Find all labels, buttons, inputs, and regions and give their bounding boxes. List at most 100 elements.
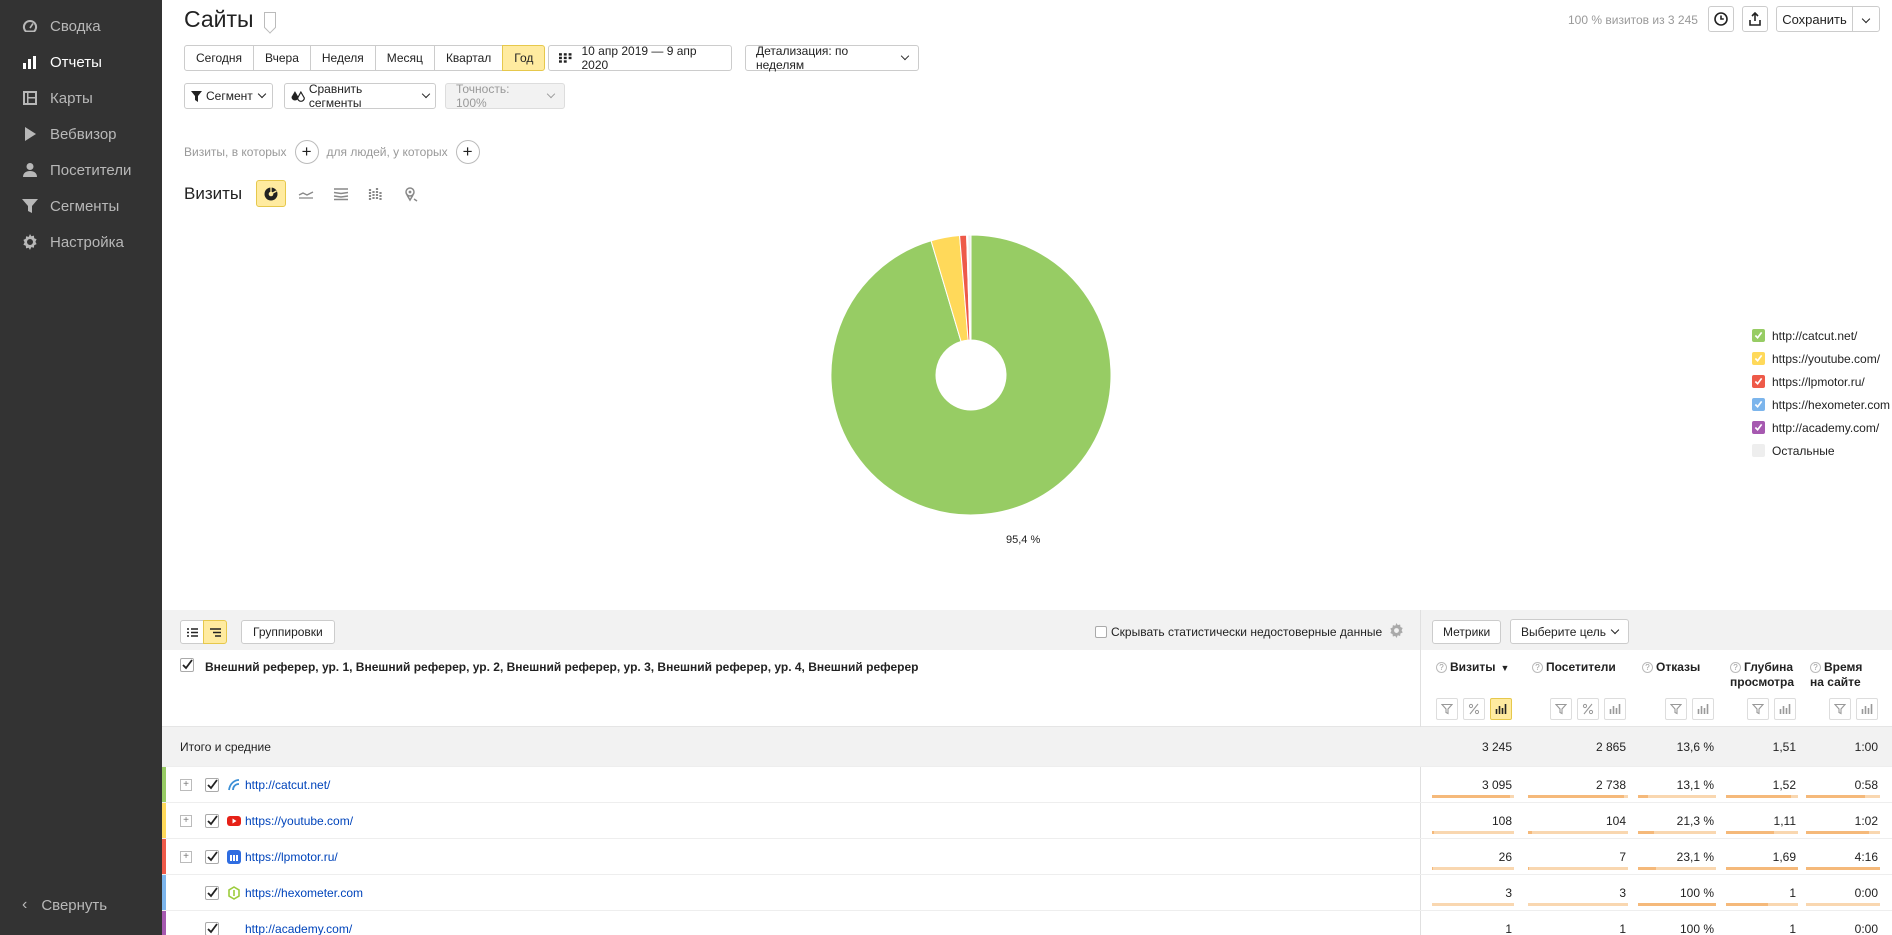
collapse-sidebar-button[interactable]: ‹ Свернуть: [22, 896, 107, 914]
add-people-condition-button[interactable]: +: [455, 140, 480, 164]
bars-icon[interactable]: [1490, 698, 1512, 720]
sidebar-item-1[interactable]: Отчеты: [0, 46, 162, 78]
help-icon[interactable]: ?: [1642, 662, 1653, 673]
sidebar-item-4[interactable]: Посетители: [0, 154, 162, 186]
column-header-2[interactable]: ? Отказы: [1642, 660, 1700, 675]
filter-icon[interactable]: [1436, 698, 1458, 720]
row-checkbox[interactable]: [205, 778, 219, 792]
row-checkbox[interactable]: [205, 814, 219, 828]
column-tools: [1660, 698, 1714, 720]
column-header-3[interactable]: ? Глубина просмотра: [1730, 660, 1794, 690]
hide-unreliable-toggle[interactable]: Скрывать статистически недостоверные дан…: [1095, 625, 1382, 639]
row-link[interactable]: https://youtube.com/: [245, 803, 353, 838]
expand-row-button[interactable]: +: [180, 779, 192, 791]
chart-header: Визиты: [184, 180, 431, 207]
groupings-button[interactable]: Группировки: [241, 620, 335, 644]
period-tab-0[interactable]: Сегодня: [184, 45, 254, 71]
bar-chart-icon: [22, 54, 38, 70]
row-link[interactable]: http://catcut.net/: [245, 767, 330, 802]
expand-row-button[interactable]: +: [180, 815, 192, 827]
legend-item-0[interactable]: http://catcut.net/: [1752, 324, 1890, 347]
column-header-0[interactable]: ? Визиты ▼: [1436, 660, 1509, 676]
check-icon: [207, 815, 218, 826]
help-icon[interactable]: ?: [1436, 662, 1447, 673]
help-icon[interactable]: ?: [1532, 662, 1543, 673]
period-tab-4[interactable]: Квартал: [433, 45, 504, 71]
save-button[interactable]: Сохранить: [1776, 6, 1880, 32]
export-button[interactable]: [1742, 6, 1768, 32]
metrics-button[interactable]: Метрики: [1432, 620, 1502, 644]
tree-view-button[interactable]: [203, 620, 227, 644]
chart-type-area-button[interactable]: [326, 180, 356, 207]
period-tab-1[interactable]: Вчера: [253, 45, 311, 71]
sidebar-item-2[interactable]: Карты: [0, 82, 162, 114]
chevron-down-icon[interactable]: [1853, 14, 1879, 25]
table-row[interactable]: https://hexometer.com 3 3 100 % 1 0:00: [162, 875, 1892, 911]
groupings-label: Группировки: [253, 625, 323, 639]
detail-select[interactable]: Детализация: по неделям: [745, 44, 919, 72]
filter-icon[interactable]: [1829, 698, 1851, 720]
select-all-checkbox[interactable]: [180, 658, 194, 672]
sidebar-item-0[interactable]: Сводка: [0, 10, 162, 42]
percent-icon[interactable]: [1577, 698, 1599, 720]
table-row[interactable]: http://academy.com/1 1 100 % 1 0:00: [162, 911, 1892, 935]
goal-select[interactable]: Выберите цель: [1510, 619, 1630, 644]
bars-icon[interactable]: [1604, 698, 1626, 720]
chart-type-bar-button[interactable]: [361, 180, 391, 207]
table-settings-gear-icon[interactable]: [1389, 623, 1404, 638]
row-checkbox[interactable]: [205, 850, 219, 864]
metric-bar-fill: [1726, 867, 1798, 870]
sidebar-item-6[interactable]: Настройка: [0, 226, 162, 258]
period-tab-3[interactable]: Месяц: [374, 45, 435, 71]
app-root: Сводка Отчеты Карты Вебвизор Посетители Сегме…: [0, 0, 1892, 935]
row-checkbox[interactable]: [205, 886, 219, 900]
legend-swatch: [1752, 329, 1765, 342]
legend-item-3[interactable]: https://hexometer.com: [1752, 393, 1890, 416]
hide-unreliable-checkbox[interactable]: [1095, 626, 1107, 638]
column-header-1[interactable]: ? Посетители: [1532, 660, 1616, 675]
bars-icon[interactable]: [1774, 698, 1796, 720]
sidebar-item-3[interactable]: Вебвизор: [0, 118, 162, 150]
row-checkbox[interactable]: [205, 922, 219, 935]
period-tab-5[interactable]: Год: [502, 45, 546, 71]
visits-sample-info: 100 % визитов из 3 245: [1568, 13, 1698, 27]
bars-icon[interactable]: [1692, 698, 1714, 720]
metric-cell-3: 1,51: [1772, 739, 1796, 754]
table-row[interactable]: + https://youtube.com/108 104 21,3 % 1,11 1:0…: [162, 803, 1892, 839]
list-view-button[interactable]: [180, 620, 204, 644]
bars-icon[interactable]: [1856, 698, 1878, 720]
chevron-down-icon: [546, 89, 556, 99]
chart-type-map-button[interactable]: [396, 180, 426, 207]
totals-row: Итого и средние 3 245 2 865 13,6 % 1,51 1:00: [162, 727, 1892, 767]
bookmark-icon[interactable]: [263, 11, 276, 28]
table-row[interactable]: + http://catcut.net/3 095 2 738 13,1 % 1,52 0…: [162, 767, 1892, 803]
row-link[interactable]: https://lpmotor.ru/: [245, 839, 338, 874]
add-visit-condition-button[interactable]: +: [294, 140, 319, 164]
legend-item-1[interactable]: https://youtube.com/: [1752, 347, 1890, 370]
period-tab-2[interactable]: Неделя: [309, 45, 376, 71]
chart-type-line-button[interactable]: [291, 180, 321, 207]
percent-icon[interactable]: [1463, 698, 1485, 720]
column-header-4[interactable]: ? Время на сайте: [1810, 660, 1862, 690]
legend-item-2[interactable]: https://lpmotor.ru/: [1752, 370, 1890, 393]
expand-row-button[interactable]: +: [180, 851, 192, 863]
row-link[interactable]: http://academy.com/: [245, 911, 352, 935]
legend-item-5[interactable]: Остальные: [1752, 439, 1890, 462]
chevron-down-icon: [421, 89, 431, 99]
compare-segments-button[interactable]: Сравнить сегменты: [284, 82, 436, 110]
row-link[interactable]: https://hexometer.com: [245, 875, 363, 910]
help-icon[interactable]: ?: [1810, 662, 1821, 673]
sort-desc-icon[interactable]: ▼: [1501, 663, 1510, 673]
date-range-text: 10 апр 2019 — 9 апр 2020: [581, 44, 697, 72]
filter-icon[interactable]: [1665, 698, 1687, 720]
table-row[interactable]: + https://lpmotor.ru/26 7 23,1 % 1,69 4:16: [162, 839, 1892, 875]
filter-icon[interactable]: [1747, 698, 1769, 720]
history-button[interactable]: [1708, 6, 1734, 32]
sidebar-item-5[interactable]: Сегменты: [0, 190, 162, 222]
filter-icon[interactable]: [1550, 698, 1572, 720]
segment-button[interactable]: Сегмент: [184, 83, 273, 109]
chart-type-pie-button[interactable]: [256, 180, 287, 207]
help-icon[interactable]: ?: [1730, 662, 1741, 673]
legend-item-4[interactable]: http://academy.com/: [1752, 416, 1890, 439]
date-range-picker[interactable]: 10 апр 2019 — 9 апр 2020: [548, 44, 732, 72]
